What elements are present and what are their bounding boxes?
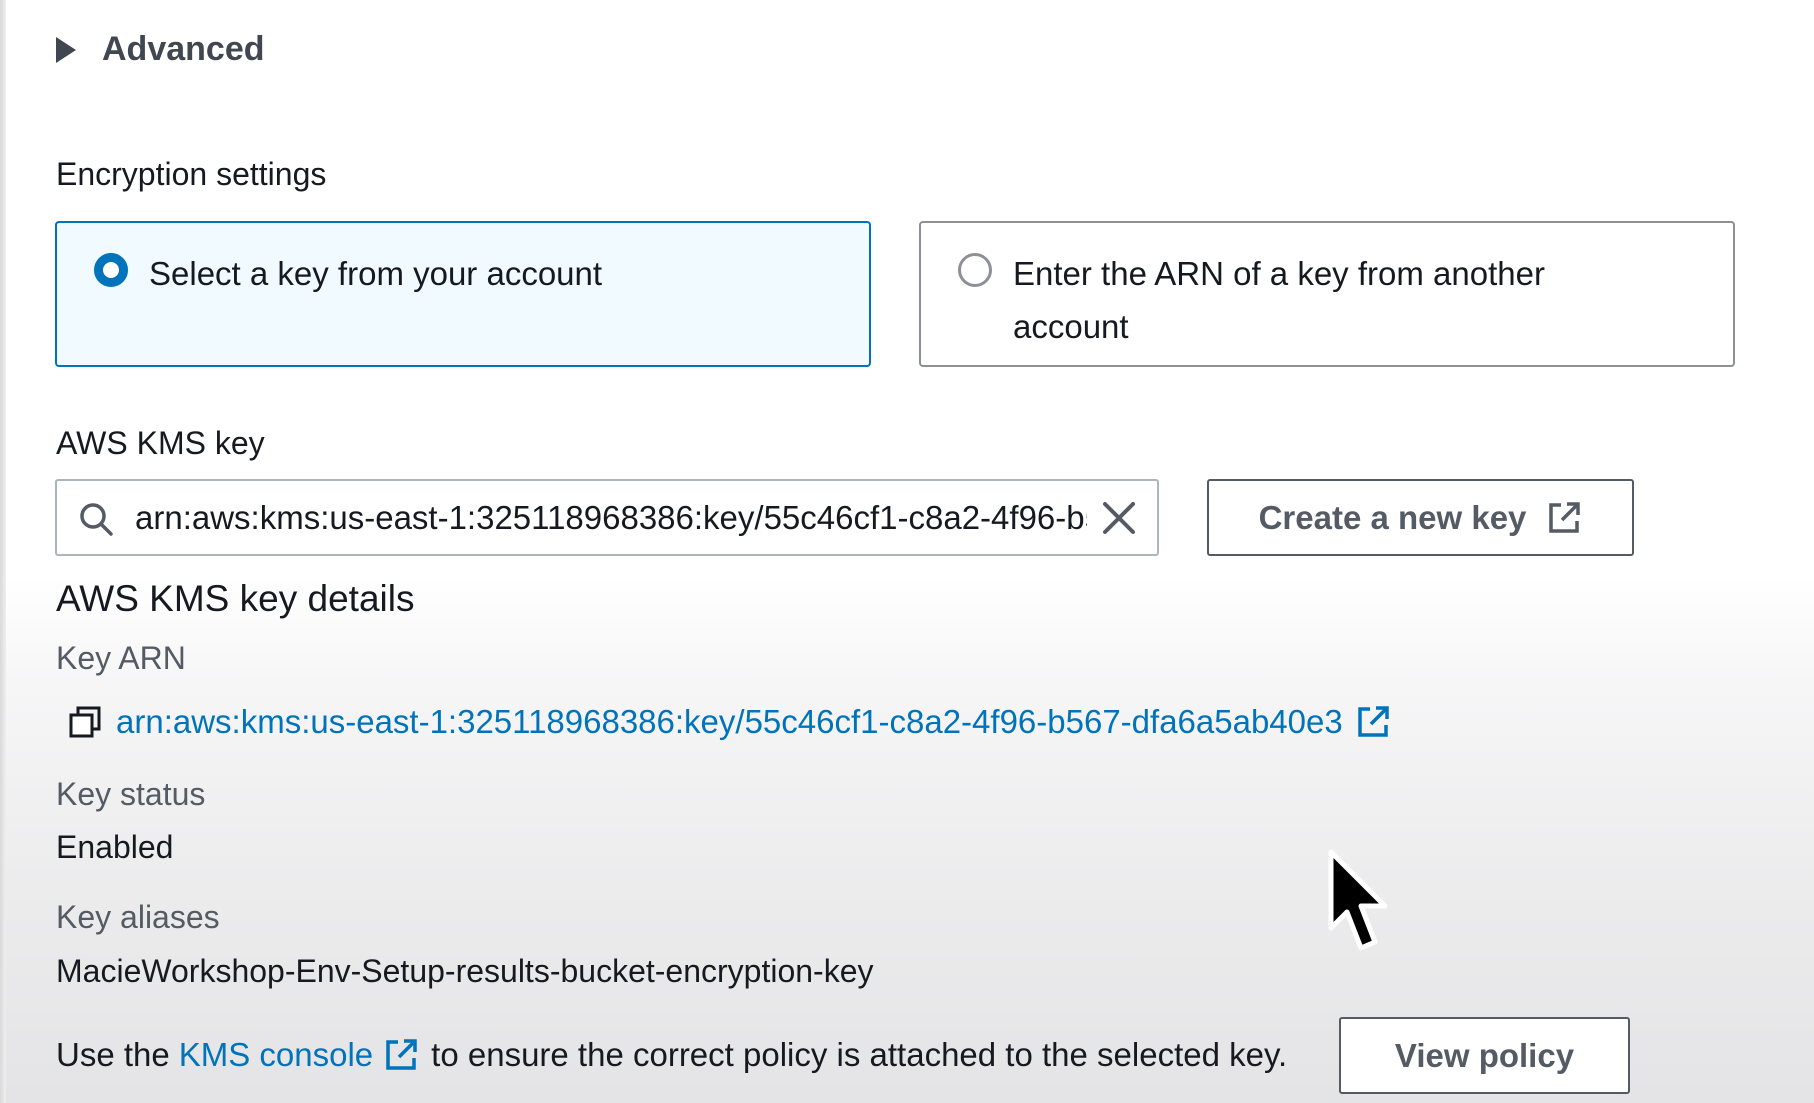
key-arn-row: arn:aws:kms:us-east-1:325118968386:key/5… [68,703,1391,741]
view-policy-button[interactable]: View policy [1339,1017,1630,1094]
policy-note-prefix: Use the [56,1036,170,1073]
kms-key-label: AWS KMS key [56,425,265,461]
external-link-icon[interactable] [383,1037,419,1073]
advanced-label: Advanced [102,30,265,68]
left-border [0,0,6,1103]
view-policy-label: View policy [1394,1036,1575,1074]
key-aliases-label: Key aliases [56,899,220,935]
clear-icon[interactable] [1099,498,1139,538]
create-new-key-label: Create a new key [1258,498,1527,536]
search-value[interactable]: arn:aws:kms:us-east-1:325118968386:key/5… [135,481,1087,554]
tile-label: Select a key from your account [149,255,603,292]
key-status-label: Key status [56,776,206,812]
mouse-pointer-icon [1328,849,1388,951]
copy-icon[interactable] [68,705,102,739]
tile-select-key-from-account[interactable]: Select a key from your account [55,221,871,367]
tile-enter-arn-other-account[interactable]: Enter the ARN of a key from another acco… [919,221,1735,367]
radio-unselected[interactable] [958,253,992,287]
advanced-expander[interactable]: Advanced [56,30,265,69]
create-new-key-button[interactable]: Create a new key [1207,479,1634,556]
search-icon [80,503,113,536]
radio-selected[interactable] [94,253,128,287]
kms-key-search-input[interactable]: arn:aws:kms:us-east-1:325118968386:key/5… [55,479,1159,556]
external-link-icon [1549,501,1581,533]
key-details-title: AWS KMS key details [56,578,415,619]
external-link-icon[interactable] [1355,704,1391,740]
caret-right-icon [56,36,76,63]
encryption-settings-heading: Encryption settings [56,156,327,192]
key-status-value: Enabled [56,829,174,865]
kms-console-link[interactable]: KMS console [179,1036,373,1074]
key-arn-label: Key ARN [56,640,186,676]
policy-note: Use the KMS console to ensure the correc… [56,1036,1287,1074]
key-arn-link[interactable]: arn:aws:kms:us-east-1:325118968386:key/5… [116,703,1343,741]
key-aliases-value: MacieWorkshop-Env-Setup-results-bucket-e… [56,953,874,989]
policy-note-suffix: to ensure the correct policy is attached… [431,1036,1288,1073]
tile-label: Enter the ARN of a key from another acco… [1013,255,1545,345]
